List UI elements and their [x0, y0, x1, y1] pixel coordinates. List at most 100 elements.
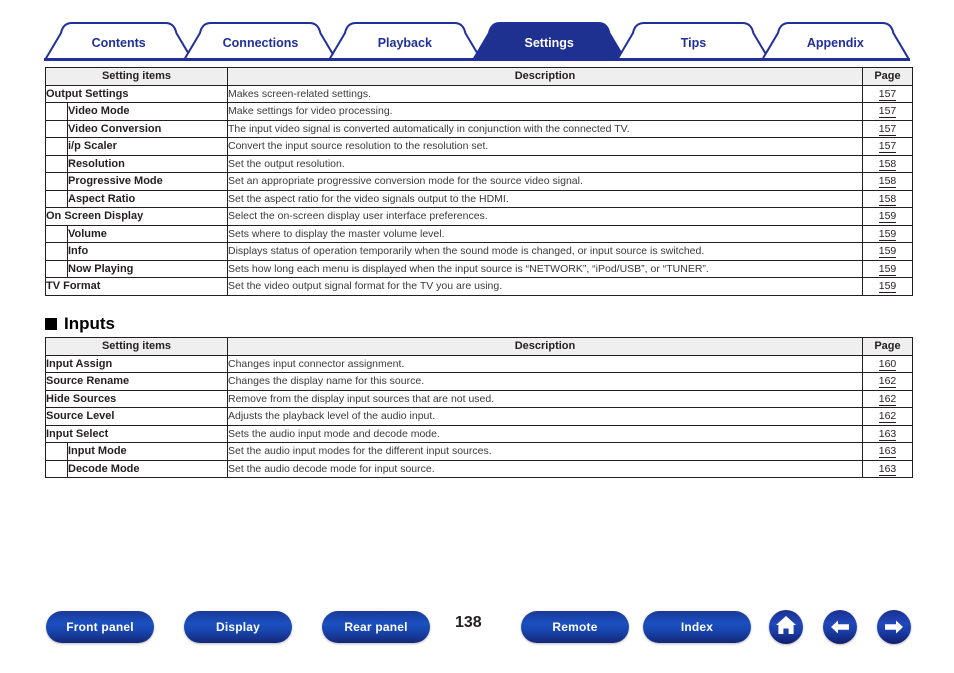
nav-button-front-panel[interactable]: Front panel	[46, 611, 154, 643]
page-reference-link[interactable]: 163	[878, 427, 897, 441]
page-reference-cell[interactable]: 157	[862, 102, 913, 121]
page-reference-cell[interactable]: 163	[862, 424, 913, 443]
page-reference-link[interactable]: 159	[878, 210, 897, 224]
nav-forward-button[interactable]	[877, 610, 911, 644]
table-row: Input Assign Changes input connector assi…	[45, 354, 913, 373]
tab-label: Connections	[222, 36, 299, 50]
indent-cell	[45, 459, 68, 478]
indent-cell	[45, 242, 68, 261]
setting-item-description: Displays status of operation temporarily…	[227, 242, 863, 261]
tab-playback[interactable]: Playback	[327, 22, 482, 60]
table-row: Now Playing Sets how long each menu is di…	[45, 259, 913, 278]
table-row: Progressive Mode Set an appropriate progr…	[45, 172, 913, 191]
page-reference-link[interactable]: 159	[878, 245, 897, 259]
tab-contents[interactable]: Contents	[44, 22, 194, 60]
setting-item-description: Sets where to display the master volume …	[227, 224, 863, 243]
setting-item-description: Set the aspect ratio for the video signa…	[227, 189, 863, 208]
column-header-page: Page	[862, 67, 913, 86]
indent-cell	[45, 154, 68, 173]
column-header-setting-items: Setting items	[45, 337, 228, 356]
page-reference-link[interactable]: 158	[878, 157, 897, 171]
nav-home-button[interactable]	[769, 610, 803, 644]
page-reference-cell[interactable]: 162	[862, 407, 913, 426]
page-reference-link[interactable]: 157	[878, 122, 897, 136]
output-settings-table: Setting items Description Page Output Se…	[45, 67, 913, 296]
indent-cell	[45, 119, 68, 138]
indent-cell	[45, 102, 68, 121]
tab-connections[interactable]: Connections	[183, 22, 338, 60]
setting-item-description: Set the output resolution.	[227, 154, 863, 173]
table-row: Source Level Adjusts the playback level o…	[45, 407, 913, 426]
setting-item-name: Input Mode	[67, 442, 228, 461]
page-reference-link[interactable]: 162	[878, 410, 897, 424]
indent-cell	[45, 172, 68, 191]
page-reference-cell[interactable]: 159	[862, 207, 913, 226]
page-number: 138	[455, 614, 482, 631]
nav-button-label: Display	[215, 620, 261, 634]
tab-label: Appendix	[806, 36, 864, 50]
page-reference-cell[interactable]: 162	[862, 372, 913, 391]
page-reference-cell[interactable]: 160	[862, 354, 913, 373]
page-reference-cell[interactable]: 162	[862, 389, 913, 408]
page-reference-link[interactable]: 160	[878, 357, 897, 371]
page-reference-cell[interactable]: 163	[862, 459, 913, 478]
nav-button-display[interactable]: Display	[184, 611, 292, 643]
setting-item-description: Changes the display name for this source…	[227, 372, 863, 391]
nav-button-remote[interactable]: Remote	[521, 611, 629, 643]
tab-label: Contents	[91, 36, 146, 50]
page-reference-cell[interactable]: 158	[862, 189, 913, 208]
nav-button-label: Front panel	[66, 620, 134, 634]
tab-tips[interactable]: Tips	[616, 22, 771, 60]
page-reference-cell[interactable]: 157	[862, 137, 913, 156]
setting-item-name: i/p Scaler	[67, 137, 228, 156]
nav-button-rear-panel[interactable]: Rear panel	[322, 611, 430, 643]
page-reference-cell[interactable]: 159	[862, 242, 913, 261]
page-reference-link[interactable]: 158	[878, 192, 897, 206]
setting-item-description: Changes input connector assignment.	[227, 354, 863, 373]
tab-label: Playback	[377, 36, 432, 50]
page-reference-link[interactable]: 163	[878, 445, 897, 459]
table-row: Aspect Ratio Set the aspect ratio for the…	[45, 189, 913, 208]
table-row: Hide Sources Remove from the display inpu…	[45, 389, 913, 408]
page-reference-link[interactable]: 162	[878, 392, 897, 406]
setting-item-name: Aspect Ratio	[67, 189, 228, 208]
page-reference-link[interactable]: 157	[878, 87, 897, 101]
page-reference-cell[interactable]: 158	[862, 154, 913, 173]
setting-item-name: Source Rename	[45, 372, 228, 391]
page-reference-link[interactable]: 157	[878, 105, 897, 119]
setting-item-name: Progressive Mode	[67, 172, 228, 191]
page-reference-cell[interactable]: 158	[862, 172, 913, 191]
column-header-page: Page	[862, 337, 913, 356]
table-row: TV Format Set the video output signal for…	[45, 277, 913, 296]
setting-item-name: Source Level	[45, 407, 228, 426]
page-reference-link[interactable]: 162	[878, 375, 897, 389]
page-reference-cell[interactable]: 159	[862, 259, 913, 278]
page-reference-link[interactable]: 159	[878, 262, 897, 276]
table-header-row: Setting items Description Page	[45, 67, 913, 86]
table-header-row: Setting items Description Page	[45, 337, 913, 356]
nav-back-button[interactable]	[823, 610, 857, 644]
table-row: Input Mode Set the audio input modes for …	[45, 442, 913, 461]
setting-item-name: Resolution	[67, 154, 228, 173]
page-reference-cell[interactable]: 157	[862, 84, 913, 103]
page-reference-link[interactable]: 158	[878, 175, 897, 189]
page-reference-cell[interactable]: 159	[862, 277, 913, 296]
page-reference-link[interactable]: 157	[878, 140, 897, 154]
nav-button-index[interactable]: Index	[643, 611, 751, 643]
table-row: Output Settings Makes screen-related sett…	[45, 84, 913, 103]
indent-cell	[45, 189, 68, 208]
table-row: Video Mode Make settings for video proces…	[45, 102, 913, 121]
setting-item-name: Output Settings	[45, 84, 228, 103]
page-reference-link[interactable]: 159	[878, 227, 897, 241]
page-reference-cell[interactable]: 157	[862, 119, 913, 138]
page-reference-link[interactable]: 163	[878, 462, 897, 476]
page-reference-link[interactable]: 159	[878, 280, 897, 294]
tab-appendix[interactable]: Appendix	[760, 22, 910, 60]
tab-settings[interactable]: Settings	[472, 22, 627, 60]
setting-item-description: Adjusts the playback level of the audio …	[227, 407, 863, 426]
setting-item-name: Decode Mode	[67, 459, 228, 478]
setting-item-description: Sets how long each menu is displayed whe…	[227, 259, 863, 278]
page-reference-cell[interactable]: 163	[862, 442, 913, 461]
page-reference-cell[interactable]: 159	[862, 224, 913, 243]
tab-label: Settings	[524, 36, 574, 50]
